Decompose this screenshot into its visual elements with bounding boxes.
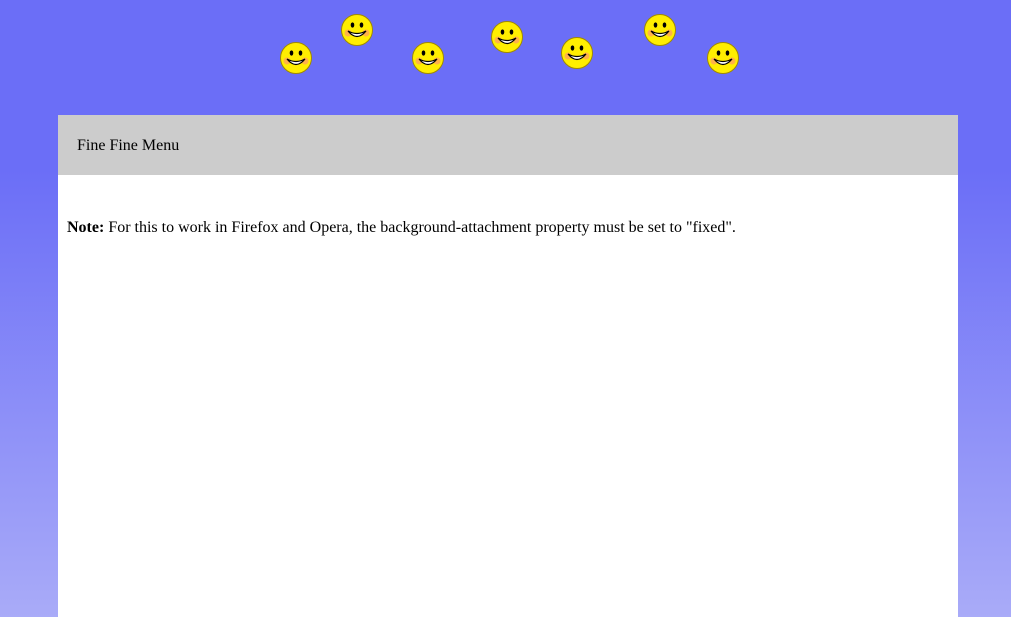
smiley-face-icon	[411, 41, 445, 75]
note-paragraph: Note: For this to work in Firefox and Op…	[67, 218, 736, 238]
menu-title: Fine Fine Menu	[77, 137, 180, 154]
smiley-face-icon	[560, 36, 594, 70]
smiley-face-icon	[340, 13, 374, 47]
smiley-face-icon	[279, 41, 313, 75]
note-text: For this to work in Firefox and Opera, t…	[104, 219, 736, 236]
smiley-face-icon	[490, 20, 524, 54]
smiley-face-icon	[643, 13, 677, 47]
note-label: Note:	[67, 219, 105, 236]
content-panel: Fine Fine Menu Note: For this to work in…	[58, 115, 958, 617]
menu-bar: Fine Fine Menu	[58, 115, 958, 175]
smiley-decoration-row	[0, 0, 1011, 115]
smiley-face-icon	[706, 41, 740, 75]
